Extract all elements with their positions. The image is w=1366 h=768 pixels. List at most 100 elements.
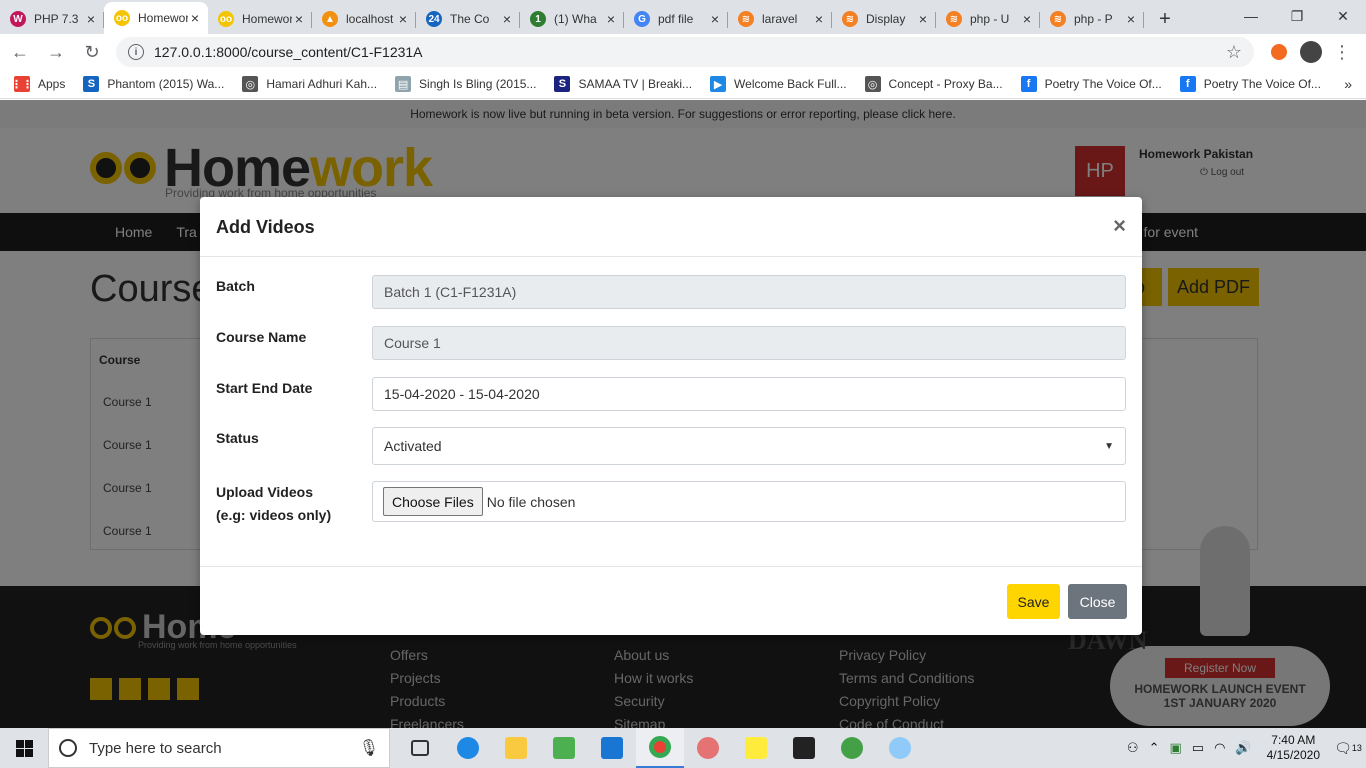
minimize-icon[interactable]: — [1228, 0, 1274, 32]
tab-favicon-icon: G [634, 11, 650, 27]
date-range-field[interactable]: 15-04-2020 - 15-04-2020 [372, 377, 1126, 411]
bookmark-favicon-icon: f [1179, 76, 1196, 92]
system-tray: ⚇ ⌃ ▣ ▭ ◠ 🔊 7:40 AM 4/15/2020 🗨 13 [1122, 728, 1366, 768]
browser-tabstrip: WPHP 7.3×ooHomework×ooHomework×▲localhos… [0, 0, 1366, 34]
tab-close-icon[interactable]: × [188, 10, 202, 26]
tab-favicon-icon: oo [218, 11, 234, 27]
taskbar-clock[interactable]: 7:40 AM 4/15/2020 [1267, 733, 1320, 763]
address-bar[interactable]: i 127.0.0.1:8000/course_content/C1-F1231… [116, 37, 1254, 67]
bookmark-item[interactable]: S Phantom (2015) Wa... [83, 76, 224, 92]
bookmark-item[interactable]: S SAMAA TV | Breaki... [554, 76, 692, 92]
notifications-icon[interactable]: 🗨 13 [1330, 740, 1366, 757]
task-view-icon[interactable] [396, 728, 444, 768]
upload-videos-input[interactable]: Choose Files No file chosen [372, 481, 1126, 522]
tab-close-icon[interactable]: × [500, 11, 514, 27]
profile-avatar[interactable] [1300, 41, 1322, 63]
close-icon[interactable]: × [1113, 213, 1126, 239]
bookmark-label: Hamari Adhuri Kah... [266, 77, 378, 91]
battery-icon[interactable]: ▭ [1192, 740, 1204, 756]
tab-9[interactable]: ≋ php - U × [936, 4, 1040, 34]
tab-close-icon[interactable]: × [396, 11, 410, 27]
close-button[interactable]: Close [1068, 584, 1127, 619]
atom-icon[interactable] [828, 728, 876, 768]
people-icon[interactable]: ⚇ [1127, 740, 1139, 756]
volume-icon[interactable]: 🔊 [1235, 740, 1251, 756]
tab-close-icon[interactable]: × [292, 11, 306, 27]
mail-icon[interactable] [588, 728, 636, 768]
course-name-label: Course Name [216, 329, 307, 345]
bookmark-item[interactable]: ⋮⋮ Apps [11, 76, 65, 92]
tab-close-icon[interactable]: × [916, 11, 930, 27]
reload-icon[interactable]: ↻ [76, 36, 108, 68]
browser-toolbar: ← → ↻ i 127.0.0.1:8000/course_content/C1… [0, 34, 1366, 70]
browser-menu-icon[interactable]: ⋮ [1330, 42, 1354, 63]
bookmark-item[interactable]: ◎ Concept - Proxy Ba... [864, 76, 1003, 92]
tab-label: (1) Wha [554, 12, 597, 26]
chrome-icon[interactable] [636, 728, 684, 768]
tab-2[interactable]: oo Homework× [208, 4, 312, 34]
bookmarks-bar: ⋮⋮ Apps S Phantom (2015) Wa... ◎ Hamari Adhur… [0, 70, 1366, 99]
notification-count: 13 [1351, 743, 1362, 753]
tab-6[interactable]: Gpdf file × [624, 4, 728, 34]
bookmark-item[interactable]: f Poetry The Voice Of... [1020, 76, 1162, 92]
microphone-icon[interactable]: 🎙 [359, 738, 379, 758]
tab-favicon-icon: ≋ [738, 11, 754, 27]
address-url[interactable]: 127.0.0.1:8000/course_content/C1-F1231A [154, 44, 1226, 60]
new-tab-button[interactable]: + [1150, 4, 1180, 34]
paint-icon[interactable] [684, 728, 732, 768]
bookmark-star-icon[interactable]: ☆ [1226, 42, 1242, 63]
site-info-icon[interactable]: i [128, 44, 144, 60]
paint3d-icon[interactable] [876, 728, 924, 768]
tab-close-icon[interactable]: × [1124, 11, 1138, 27]
sticky-notes-icon[interactable] [732, 728, 780, 768]
bookmark-item[interactable]: ◎ Hamari Adhuri Kah... [242, 76, 377, 92]
bookmark-label: Poetry The Voice Of... [1044, 77, 1162, 91]
tab-0[interactable]: W PHP 7.3 × [0, 4, 104, 34]
store-icon[interactable] [540, 728, 588, 768]
close-window-icon[interactable]: ✕ [1320, 0, 1366, 32]
forward-arrow-icon[interactable]: → [40, 36, 72, 68]
wifi-icon[interactable]: ◠ [1214, 740, 1225, 756]
tab-10[interactable]: ≋ php - P × [1040, 4, 1144, 34]
bookmark-item[interactable]: f Poetry The Voice Of... [1179, 76, 1321, 92]
extension-icon[interactable] [1264, 37, 1294, 67]
tab-close-icon[interactable]: × [84, 11, 98, 27]
taskbar-apps [396, 728, 924, 768]
course-name-field[interactable]: Course 1 [372, 326, 1126, 360]
file-explorer-icon[interactable] [492, 728, 540, 768]
tab-close-icon[interactable]: × [1020, 11, 1034, 27]
app-tray-icon[interactable]: ▣ [1169, 740, 1181, 756]
bookmark-favicon-icon: ◎ [242, 76, 259, 92]
chevron-up-icon[interactable]: ⌃ [1149, 740, 1160, 756]
start-button[interactable] [0, 728, 48, 768]
tab-5[interactable]: 1 (1) Wha × [520, 4, 624, 34]
choose-files-button[interactable]: Choose Files [383, 487, 483, 516]
tab-4[interactable]: 24 The Co × [416, 4, 520, 34]
clock-time: 7:40 AM [1271, 733, 1316, 747]
file-status-text: No file chosen [486, 493, 576, 510]
status-select[interactable]: Activated ▼ [372, 427, 1126, 465]
tab-close-icon[interactable]: × [812, 11, 826, 27]
clock-date: 4/15/2020 [1266, 748, 1320, 762]
tab-7[interactable]: ≋ laravel × [728, 4, 832, 34]
tab-close-icon[interactable]: × [708, 11, 722, 27]
tab-8[interactable]: ≋ Display × [832, 4, 936, 34]
tab-label: Homework [242, 12, 292, 26]
save-button[interactable]: Save [1007, 584, 1060, 619]
tab-label: pdf file [658, 12, 694, 26]
terminal-icon[interactable] [780, 728, 828, 768]
tab-1[interactable]: oo Homework× [104, 2, 208, 34]
bookmark-favicon-icon: ⋮⋮ [11, 76, 33, 92]
bookmark-favicon-icon: f [1020, 76, 1037, 92]
bookmarks-overflow-icon[interactable]: » [1344, 76, 1352, 92]
bookmark-item[interactable]: ▶ Welcome Back Full... [710, 76, 847, 92]
tab-label: php - U [970, 12, 1010, 26]
taskbar-search[interactable]: Type here to search 🎙 [48, 728, 390, 768]
tab-3[interactable]: ▲ localhost × [312, 4, 416, 34]
maximize-icon[interactable]: ❐ [1274, 0, 1320, 32]
tab-close-icon[interactable]: × [604, 11, 618, 27]
bookmark-item[interactable]: ▤ Singh Is Bling (2015... [395, 76, 536, 92]
back-arrow-icon[interactable]: ← [4, 36, 36, 68]
batch-field[interactable]: Batch 1 (C1-F1231A) [372, 275, 1126, 309]
edge-icon[interactable] [444, 728, 492, 768]
